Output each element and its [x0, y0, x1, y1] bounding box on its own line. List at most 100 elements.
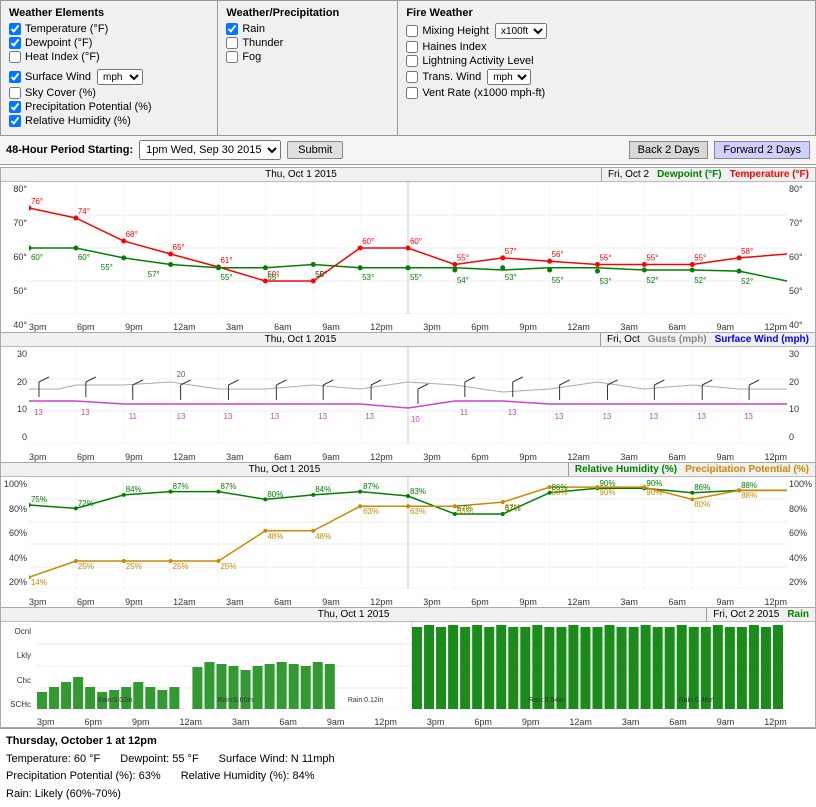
precippot-label: Precipitation Potential (%): [25, 101, 152, 113]
chart4-y-left: Ocnl Lkly Chc SCHc: [1, 627, 33, 709]
svg-text:53°: 53°: [505, 273, 517, 282]
svg-text:54°: 54°: [457, 276, 469, 285]
dewpoint-label: Dewpoint (°F): [25, 37, 92, 49]
svg-text:84%: 84%: [315, 485, 331, 494]
skycover-checkbox[interactable]: [9, 87, 21, 99]
heatindex-checkbox-row: Heat Index (°F): [9, 51, 209, 63]
lightning-label: Lightning Activity Level: [422, 55, 533, 67]
svg-text:55°: 55°: [101, 263, 113, 272]
forward-days-button[interactable]: Forward 2 Days: [714, 141, 810, 159]
svg-text:63%: 63%: [457, 507, 473, 516]
info-rain-text: Rain: Likely (60%-70%): [6, 788, 121, 800]
svg-text:90%: 90%: [599, 488, 615, 497]
thunder-checkbox[interactable]: [226, 37, 238, 49]
chart1-right-date: Fri, Oct 2: [608, 169, 649, 180]
svg-text:63%: 63%: [363, 507, 379, 516]
svg-text:25%: 25%: [220, 562, 236, 571]
chart2-svg: 13 13 11 13 13 13 13 13 10 11 13 13 13 1…: [29, 347, 787, 444]
haines-checkbox-row: Haines Index: [406, 41, 807, 53]
info-row2: Precipitation Potential (%): 63% Relativ…: [6, 768, 810, 786]
svg-text:48%: 48%: [315, 532, 331, 541]
svg-text:52°: 52°: [741, 277, 753, 286]
relhumidity-checkbox[interactable]: [9, 115, 21, 127]
fog-checkbox[interactable]: [226, 51, 238, 63]
svg-text:90%: 90%: [646, 488, 662, 497]
svg-text:87%: 87%: [220, 482, 236, 491]
chart2-right-date: Fri, Oct: [607, 334, 640, 345]
chart2-title-left: Thu, Oct 1 2015: [1, 333, 601, 346]
chart1-container: Thu, Oct 1 2015 Fri, Oct 2 Dewpoint (°F)…: [0, 167, 816, 333]
mixingheight-select[interactable]: x100ftm: [495, 23, 547, 39]
weather-precip-title: Weather/Precipitation: [226, 7, 389, 19]
heatindex-label: Heat Index (°F): [25, 51, 100, 63]
surfacewind-checkbox[interactable]: [9, 71, 21, 83]
svg-text:13: 13: [649, 412, 658, 421]
svg-text:80%: 80%: [267, 490, 283, 499]
info-precip: Precipitation Potential (%): 63%: [6, 768, 161, 786]
rain-legend-chart4: Rain: [787, 609, 809, 620]
temp-checkbox-row: Temperature (°F): [9, 23, 209, 35]
svg-text:13: 13: [34, 408, 43, 417]
chart3-area: 100% 80% 60% 40% 20% 100% 80% 60% 40% 20…: [1, 477, 815, 607]
chart3-y-right: 100% 80% 60% 40% 20%: [787, 477, 815, 589]
submit-button[interactable]: Submit: [287, 141, 343, 159]
svg-text:72%: 72%: [78, 499, 94, 508]
temp-label: Temperature (°F): [25, 23, 108, 35]
svg-text:53°: 53°: [362, 273, 374, 282]
lightning-checkbox[interactable]: [406, 55, 418, 67]
svg-text:75%: 75%: [31, 495, 47, 504]
ventrate-checkbox[interactable]: [406, 87, 418, 99]
temp-checkbox[interactable]: [9, 23, 21, 35]
gusts-legend: Gusts (mph): [648, 334, 707, 345]
chart2-title-right: Fri, Oct Gusts (mph) Surface Wind (mph): [601, 333, 815, 346]
mixingheight-checkbox-row: Mixing Height x100ftm: [406, 23, 807, 39]
svg-text:13: 13: [223, 412, 232, 421]
chart2-x-axis: 3pm 6pm 9pm 12am 3am 6am 9am 12pm 3pm 6p…: [29, 452, 787, 462]
dewpoint-checkbox[interactable]: [9, 37, 21, 49]
chart2-y-left: 30 20 10 0: [1, 347, 29, 444]
svg-text:13: 13: [744, 412, 753, 421]
controls-bar: 48-Hour Period Starting: 1pm Wed, Sep 30…: [0, 136, 816, 165]
svg-text:13: 13: [177, 412, 186, 421]
svg-text:86%: 86%: [694, 483, 710, 492]
transwind-select[interactable]: mphkts: [487, 69, 531, 85]
rain-checkbox-row: Rain: [226, 23, 389, 35]
mixingheight-checkbox[interactable]: [406, 25, 418, 37]
fog-checkbox-row: Fog: [226, 51, 389, 63]
mixingheight-label: Mixing Height: [422, 25, 489, 37]
surfacewind-checkbox-row: Surface Wind mphktskm/h: [9, 69, 209, 85]
chart3-svg: 75% 72% 84% 87% 87% 80% 84% 87% 83% 67% …: [29, 477, 787, 589]
svg-text:55°: 55°: [315, 270, 327, 279]
rh-legend: Relative Humidity (%): [575, 464, 677, 475]
haines-label: Haines Index: [422, 41, 486, 53]
chart2-container: Thu, Oct 1 2015 Fri, Oct Gusts (mph) Sur…: [0, 333, 816, 463]
dewpoint-checkbox-row: Dewpoint (°F): [9, 37, 209, 49]
haines-checkbox[interactable]: [406, 41, 418, 53]
svg-text:84%: 84%: [126, 485, 142, 494]
svg-text:11: 11: [129, 412, 138, 421]
svg-text:67%: 67%: [505, 503, 521, 512]
precippot-checkbox[interactable]: [9, 101, 21, 113]
skycover-label: Sky Cover (%): [25, 87, 96, 99]
svg-text:25%: 25%: [126, 562, 142, 571]
chart3-x-axis: 3pm 6pm 9pm 12am 3am 6am 9am 12pm 3pm 6p…: [29, 597, 787, 607]
fire-weather-title: Fire Weather: [406, 7, 807, 19]
svg-text:Rain:0.12in: Rain:0.12in: [348, 697, 384, 704]
back-days-button[interactable]: Back 2 Days: [629, 141, 709, 159]
svg-text:76°: 76°: [31, 197, 43, 206]
surfacewind-label: Surface Wind: [25, 71, 91, 83]
precippot-checkbox-row: Precipitation Potential (%): [9, 101, 209, 113]
svg-text:13: 13: [318, 412, 327, 421]
svg-text:Rain:0.64in: Rain:0.64in: [528, 697, 564, 704]
period-select[interactable]: 1pm Wed, Sep 30 2015: [139, 140, 281, 160]
svg-text:13: 13: [365, 412, 374, 421]
svg-text:13: 13: [81, 408, 90, 417]
info-row3: Rain: Likely (60%-70%): [6, 786, 810, 804]
surfacewind-select[interactable]: mphktskm/h: [97, 69, 143, 85]
heatindex-checkbox[interactable]: [9, 51, 21, 63]
svg-text:25%: 25%: [173, 562, 189, 571]
chart1-title-right: Fri, Oct 2 Dewpoint (°F) Temperature (°F…: [602, 168, 815, 181]
transwind-label: Trans. Wind: [422, 71, 481, 83]
rain-checkbox[interactable]: [226, 23, 238, 35]
transwind-checkbox[interactable]: [406, 71, 418, 83]
